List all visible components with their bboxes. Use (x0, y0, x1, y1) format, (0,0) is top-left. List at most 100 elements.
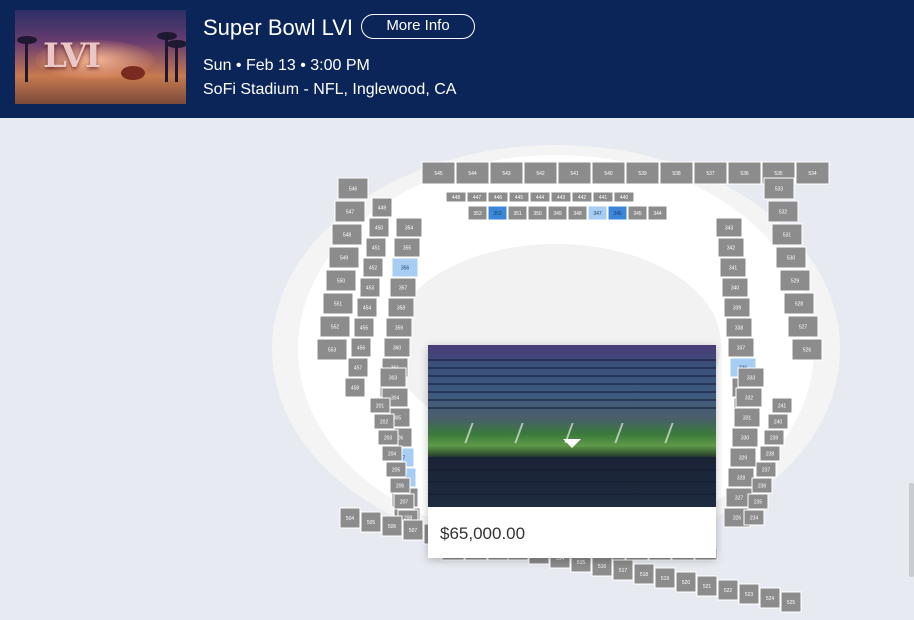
section-200[interactable]: 241 (771, 397, 793, 414)
section-200[interactable]: 239 (763, 429, 785, 446)
section-outer[interactable]: 534 (795, 161, 830, 185)
section-outer[interactable]: 523 (738, 583, 760, 605)
scrollbar-thumb[interactable] (909, 483, 914, 577)
section-outer[interactable]: 546 (337, 177, 369, 200)
section-300[interactable]: 333 (737, 367, 765, 388)
section-outer[interactable]: 550 (325, 269, 357, 292)
section-outer[interactable]: 519 (654, 567, 676, 589)
section-outer[interactable]: 521 (696, 575, 718, 597)
section-outer[interactable]: 545 (421, 161, 456, 185)
section-200[interactable]: 235 (747, 493, 769, 510)
section-300[interactable]: 338 (725, 317, 753, 338)
section-200[interactable]: 201 (369, 397, 391, 414)
section-upper[interactable]: 453 (359, 277, 381, 298)
section-upper[interactable]: 458 (344, 377, 366, 398)
section-suite[interactable]: 353 (467, 205, 488, 221)
section-outer[interactable]: 524 (759, 587, 781, 609)
section-outer[interactable]: 531 (771, 223, 803, 246)
section-suite[interactable]: 350 (527, 205, 548, 221)
section-200[interactable]: 202 (373, 413, 395, 430)
section-suite[interactable]: 348 (567, 205, 588, 221)
section-upper[interactable]: 443 (550, 191, 572, 203)
section-outer[interactable]: 528 (783, 292, 815, 315)
section-300[interactable]: 360 (383, 337, 411, 358)
section-suite[interactable]: 344 (647, 205, 668, 221)
section-outer[interactable]: 553 (316, 338, 348, 361)
section-upper[interactable]: 450 (368, 217, 390, 238)
section-200[interactable]: 236 (751, 477, 773, 494)
section-300[interactable]: 339 (723, 297, 751, 318)
section-suite[interactable]: 346 (607, 205, 628, 221)
section-outer[interactable]: 527 (787, 315, 819, 338)
section-outer[interactable]: 533 (763, 177, 795, 200)
section-upper[interactable]: 451 (365, 237, 387, 258)
section-300[interactable]: 329 (729, 447, 757, 468)
section-300[interactable]: 342 (717, 237, 745, 258)
section-300[interactable]: 355 (393, 237, 421, 258)
section-outer[interactable]: 541 (557, 161, 592, 185)
section-outer[interactable]: 525 (780, 591, 802, 613)
section-upper[interactable]: 445 (508, 191, 530, 203)
section-300[interactable]: 328 (727, 467, 755, 488)
section-outer[interactable]: 532 (767, 200, 799, 223)
section-200[interactable]: 204 (381, 445, 403, 462)
section-200[interactable]: 205 (385, 461, 407, 478)
section-outer[interactable]: 507 (402, 519, 424, 541)
more-info-button[interactable]: More Info (361, 14, 475, 39)
section-upper[interactable]: 441 (592, 191, 614, 203)
section-suite[interactable]: 349 (547, 205, 568, 221)
section-200[interactable]: 238 (759, 445, 781, 462)
section-upper[interactable]: 452 (362, 257, 384, 278)
section-300[interactable]: 357 (389, 277, 417, 298)
section-outer[interactable]: 504 (339, 507, 361, 529)
section-outer[interactable]: 551 (322, 292, 354, 315)
section-upper[interactable]: 442 (571, 191, 593, 203)
section-200[interactable]: 237 (755, 461, 777, 478)
section-300[interactable]: 330 (731, 427, 759, 448)
section-outer[interactable]: 542 (523, 161, 558, 185)
section-upper[interactable]: 447 (466, 191, 488, 203)
section-upper[interactable]: 440 (613, 191, 635, 203)
section-upper[interactable]: 455 (353, 317, 375, 338)
section-300[interactable]: 337 (727, 337, 755, 358)
section-300[interactable]: 354 (395, 217, 423, 238)
section-upper[interactable]: 444 (529, 191, 551, 203)
section-outer[interactable]: 522 (717, 579, 739, 601)
section-outer[interactable]: 549 (328, 246, 360, 269)
section-300[interactable]: 340 (721, 277, 749, 298)
section-outer[interactable]: 506 (381, 515, 403, 537)
section-outer[interactable]: 517 (612, 559, 634, 581)
section-300[interactable]: 359 (385, 317, 413, 338)
section-outer[interactable]: 536 (727, 161, 762, 185)
section-300[interactable]: 331 (733, 407, 761, 428)
section-outer[interactable]: 540 (591, 161, 626, 185)
section-300[interactable]: 303 (379, 367, 407, 388)
section-outer[interactable]: 544 (455, 161, 490, 185)
section-outer[interactable]: 529 (779, 269, 811, 292)
section-upper[interactable]: 446 (487, 191, 509, 203)
section-outer[interactable]: 516 (591, 555, 613, 577)
section-outer[interactable]: 526 (791, 338, 823, 361)
section-view-popup[interactable]: $65,000.00 (428, 345, 716, 558)
section-upper[interactable]: 448 (445, 191, 467, 203)
section-200[interactable]: 206 (389, 477, 411, 494)
section-outer[interactable]: 548 (331, 223, 363, 246)
section-outer[interactable]: 505 (360, 511, 382, 533)
section-suite[interactable]: 352 (487, 205, 508, 221)
section-suite[interactable]: 345 (627, 205, 648, 221)
section-outer[interactable]: 538 (659, 161, 694, 185)
section-outer[interactable]: 537 (693, 161, 728, 185)
section-suite[interactable]: 347 (587, 205, 608, 221)
section-upper[interactable]: 456 (350, 337, 372, 358)
section-upper[interactable]: 457 (347, 357, 369, 378)
section-outer[interactable]: 530 (775, 246, 807, 269)
section-outer[interactable]: 543 (489, 161, 524, 185)
section-200[interactable]: 240 (767, 413, 789, 430)
section-300[interactable]: 356 (391, 257, 419, 278)
event-thumbnail[interactable]: LVI (15, 10, 186, 104)
section-upper[interactable]: 449 (371, 197, 393, 218)
section-suite[interactable]: 351 (507, 205, 528, 221)
section-200[interactable]: 207 (393, 493, 415, 510)
section-300[interactable]: 343 (715, 217, 743, 238)
section-upper[interactable]: 454 (356, 297, 378, 318)
